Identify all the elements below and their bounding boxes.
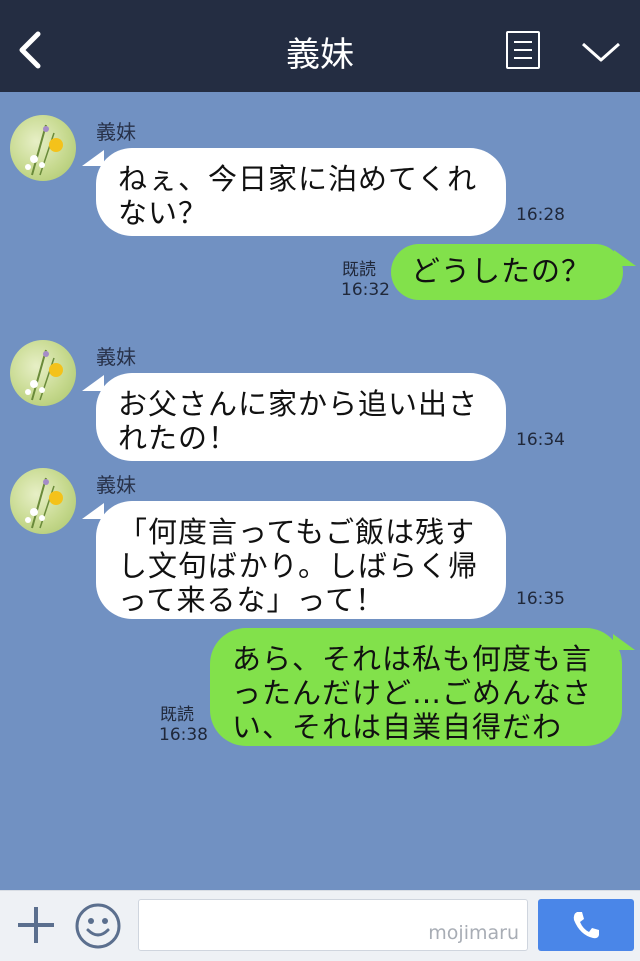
message-input-bar: mojimaru xyxy=(0,890,640,961)
menu-list-icon[interactable] xyxy=(506,31,540,69)
watermark-text: mojimaru xyxy=(428,922,519,944)
message-bubble-outgoing[interactable]: あら、それは私も何度も言 ったんだけど…ごめんなさ い、それは自業自得だわ xyxy=(210,628,622,746)
read-receipt: 既読 xyxy=(342,260,376,280)
message-time: 16:35 xyxy=(516,589,565,609)
call-button[interactable] xyxy=(538,899,634,951)
message-text: ねぇ、今日家に泊めてくれ ない？ xyxy=(118,162,478,230)
smiley-icon[interactable] xyxy=(74,902,122,950)
flower-icon xyxy=(25,477,63,529)
sender-avatar[interactable] xyxy=(10,340,76,406)
plus-icon[interactable] xyxy=(16,905,56,945)
sender-avatar[interactable] xyxy=(10,468,76,534)
sender-name: 義妹 xyxy=(96,345,136,369)
message-time: 16:28 xyxy=(516,205,565,225)
message-time: 16:38 xyxy=(159,725,208,745)
chat-header: 義妹 xyxy=(0,0,640,92)
message-bubble-incoming[interactable]: 「何度言ってもご飯は残す し文句ばかり。しばらく帰 って来るな」って！ xyxy=(96,501,506,619)
message-time: 16:34 xyxy=(516,430,565,450)
message-input[interactable]: mojimaru xyxy=(138,899,528,951)
flower-icon xyxy=(25,349,63,401)
message-bubble-incoming[interactable]: お父さんに家から追い出さ れたの！ xyxy=(96,373,506,461)
message-bubble-incoming[interactable]: ねぇ、今日家に泊めてくれ ない？ xyxy=(96,148,506,236)
sender-name: 義妹 xyxy=(96,473,136,497)
phone-icon xyxy=(573,912,599,939)
chat-area[interactable]: 義妹 ねぇ、今日家に泊めてくれ ない？ 16:28 既読 16:32 どうしたの… xyxy=(0,92,640,890)
sender-avatar[interactable] xyxy=(10,115,76,181)
message-text: お父さんに家から追い出さ れたの！ xyxy=(118,387,479,455)
message-text: どうしたの？ xyxy=(411,254,592,288)
message-time: 16:32 xyxy=(341,280,390,300)
chat-title: 義妹 xyxy=(286,35,354,75)
flower-icon xyxy=(25,124,63,176)
message-text: あら、それは私も何度も言 ったんだけど…ごめんなさ い、それは自業自得だわ xyxy=(232,642,593,744)
chevron-down-icon[interactable] xyxy=(580,36,622,66)
read-receipt: 既読 xyxy=(160,705,194,725)
message-text: 「何度言ってもご飯は残す し文句ばかり。しばらく帰 って来るな」って！ xyxy=(118,515,479,617)
bubble-tail xyxy=(614,250,636,266)
sender-name: 義妹 xyxy=(96,120,136,144)
message-bubble-outgoing[interactable]: どうしたの？ xyxy=(391,244,623,300)
bubble-tail xyxy=(613,634,635,650)
